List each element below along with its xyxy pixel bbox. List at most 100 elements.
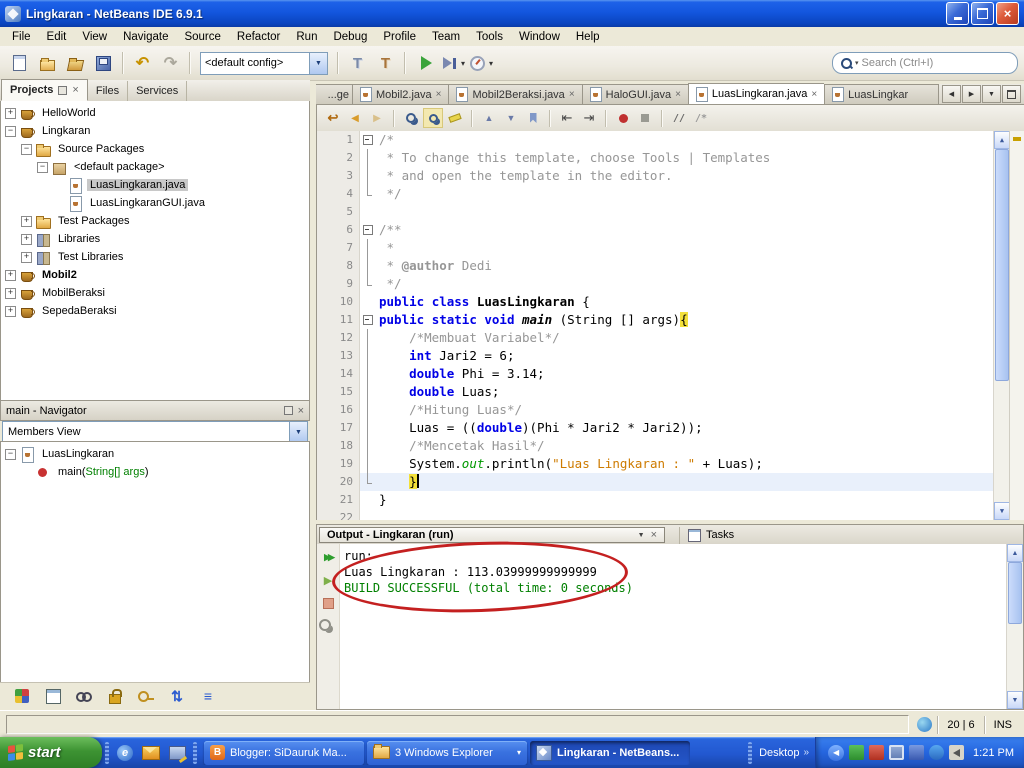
project-node-sepedaberaksi[interactable]: +SepedaBeraksi <box>1 302 309 320</box>
project-node-helloworld[interactable]: +HelloWorld <box>1 104 309 122</box>
panel-tab-files[interactable]: Files <box>88 81 128 101</box>
panel-tab-projects[interactable]: Projects× <box>1 79 88 101</box>
shift-right-button[interactable] <box>579 108 599 128</box>
editor-tab-luaslingkar[interactable]: LuasLingkar <box>824 84 938 104</box>
menu-team[interactable]: Team <box>424 29 468 45</box>
project-node-test-packages[interactable]: +Test Packages <box>1 212 309 230</box>
project-node-source-packages[interactable]: −Source Packages <box>1 140 309 158</box>
uncomment-button[interactable] <box>691 108 711 128</box>
project-node-default-package[interactable]: −<default package> <box>1 158 309 176</box>
navigator-header[interactable]: main - Navigator × <box>0 400 310 421</box>
new-project-button[interactable] <box>34 50 61 77</box>
code-line-8[interactable]: 8 * @author Dedi <box>317 257 994 275</box>
profile-button[interactable]: ▾ <box>467 50 494 77</box>
project-node-lingkaran[interactable]: −Lingkaran <box>1 122 309 140</box>
stop-macro-button[interactable] <box>635 108 655 128</box>
clean-build-button[interactable] <box>372 50 399 77</box>
fold-collapse-icon[interactable] <box>360 131 375 149</box>
code-line-4[interactable]: 4 */ <box>317 185 994 203</box>
code-line-13[interactable]: 13 int Jari2 = 6; <box>317 347 994 365</box>
forward-button[interactable] <box>367 108 387 128</box>
editor-tab-ge[interactable]: ...ge <box>316 84 352 104</box>
close-button[interactable]: × <box>996 2 1019 25</box>
maximize-window-button[interactable] <box>1002 85 1021 103</box>
combo-arrow-icon[interactable]: ▼ <box>309 53 327 74</box>
taskbar-task-lingkaran-netbeans[interactable]: Lingkaran - NetBeans... <box>530 741 690 765</box>
search-dropdown-icon[interactable]: ▾ <box>855 59 859 67</box>
fold-collapse-icon[interactable] <box>360 311 375 329</box>
toolbar-grip[interactable] <box>193 742 197 764</box>
toolbar-grip[interactable] <box>105 742 109 764</box>
code-line-12[interactable]: 12 /*Membuat Variabel*/ <box>317 329 994 347</box>
editor-scrollbar[interactable]: ▲ ▼ <box>993 131 1010 520</box>
save-all-button[interactable] <box>90 50 117 77</box>
project-node-libraries[interactable]: +Libraries <box>1 230 309 248</box>
close-panel-icon[interactable]: × <box>72 84 78 96</box>
form-button[interactable] <box>41 684 65 708</box>
code-line-1[interactable]: 1/* <box>317 131 994 149</box>
toggle-bookmark-button[interactable] <box>523 108 543 128</box>
messenger-icon[interactable] <box>929 745 944 760</box>
menu-edit[interactable]: Edit <box>39 29 75 45</box>
menu-profile[interactable]: Profile <box>375 29 424 45</box>
project-node-mobilberaksi[interactable]: +MobilBeraksi <box>1 284 309 302</box>
tray-chevron-icon[interactable]: ◀ <box>828 745 844 761</box>
scroll-up-icon[interactable]: ▲ <box>994 131 1010 149</box>
expand-icon[interactable]: + <box>21 216 32 227</box>
config-combo[interactable]: <default config> ▼ <box>200 52 328 75</box>
editor-tab-luaslingkaran-java[interactable]: LuasLingkaran.java× <box>688 83 824 104</box>
prev-bookmark-button[interactable] <box>479 108 499 128</box>
mail-button[interactable] <box>140 742 162 764</box>
scroll-tabs-left-button[interactable] <box>942 85 961 103</box>
menu-run[interactable]: Run <box>288 29 325 45</box>
code-line-22[interactable]: 22 <box>317 509 994 520</box>
project-node-test-libraries[interactable]: +Test Libraries <box>1 248 309 266</box>
scroll-down-icon[interactable]: ▼ <box>1007 691 1023 709</box>
comment-button[interactable] <box>669 108 689 128</box>
expand-icon[interactable]: + <box>5 270 16 281</box>
code-line-6[interactable]: 6/** <box>317 221 994 239</box>
scroll-down-icon[interactable]: ▼ <box>994 502 1010 520</box>
close-tab-icon[interactable]: × <box>675 89 681 100</box>
close-panel-icon[interactable]: × <box>298 405 304 417</box>
panel-tab-services[interactable]: Services <box>128 81 187 101</box>
code-line-18[interactable]: 18 /*Mencetak Hasil*/ <box>317 437 994 455</box>
collapse-icon[interactable]: − <box>5 126 16 137</box>
fold-collapse-icon[interactable] <box>360 221 375 239</box>
browser-button[interactable] <box>114 742 136 764</box>
display-icon[interactable] <box>889 745 904 760</box>
next-bookmark-button[interactable] <box>501 108 521 128</box>
code-line-11[interactable]: 11public static void main (String [] arg… <box>317 311 994 329</box>
menu-help[interactable]: Help <box>568 29 608 45</box>
network-icon[interactable] <box>909 745 924 760</box>
minimize-panel-icon[interactable] <box>58 86 67 95</box>
menu-window[interactable]: Window <box>511 29 568 45</box>
scroll-tabs-right-button[interactable] <box>962 85 981 103</box>
taskbar-task-3-windows-explorer[interactable]: 3 Windows Explorer▾ <box>367 741 527 765</box>
code-line-9[interactable]: 9 */ <box>317 275 994 293</box>
collapse-icon[interactable]: − <box>21 144 32 155</box>
run-button[interactable] <box>411 50 438 77</box>
security-icon[interactable] <box>849 745 864 760</box>
search-input[interactable]: ▾ Search (Ctrl+I) <box>832 52 1018 74</box>
members-view-combo[interactable]: Members View ▼ <box>2 421 308 443</box>
volume-icon[interactable] <box>949 745 964 760</box>
desktop-toolbar[interactable]: Desktop » <box>739 742 815 764</box>
close-output-icon[interactable]: × <box>651 529 657 541</box>
menu-view[interactable]: View <box>74 29 115 45</box>
project-node-mobil2[interactable]: +Mobil2 <box>1 266 309 284</box>
debug-button[interactable]: ▾ <box>439 50 466 77</box>
close-tab-icon[interactable]: × <box>436 89 442 100</box>
shift-left-button[interactable] <box>557 108 577 128</box>
code-line-2[interactable]: 2 * To change this template, choose Tool… <box>317 149 994 167</box>
update-status-icon[interactable] <box>917 717 932 732</box>
rerun-last-button[interactable] <box>319 571 337 589</box>
expand-icon[interactable]: + <box>5 108 16 119</box>
new-file-button[interactable] <box>6 50 33 77</box>
code-area[interactable]: 1/*2 * To change this template, choose T… <box>317 131 994 520</box>
code-line-15[interactable]: 15 double Luas; <box>317 383 994 401</box>
navigator-node-luaslingkaran[interactable]: −LuasLingkaran <box>1 445 309 463</box>
updown-button[interactable] <box>165 684 189 708</box>
menu-refactor[interactable]: Refactor <box>229 29 288 45</box>
sort-button[interactable] <box>196 684 220 708</box>
